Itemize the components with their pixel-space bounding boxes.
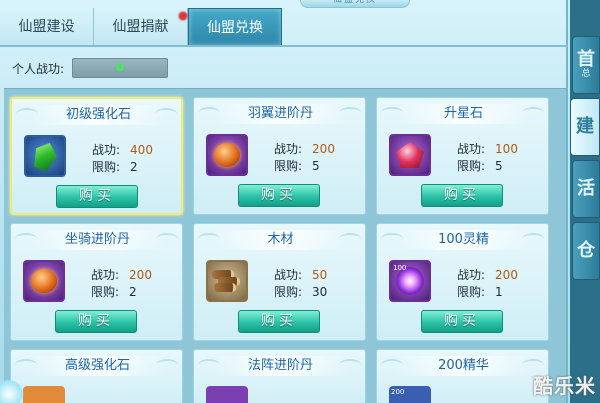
item-cost: 战功: 200 bbox=[274, 142, 335, 156]
side-tab-warehouse[interactable]: 仓 bbox=[572, 222, 600, 280]
array-pill-icon[interactable] bbox=[206, 386, 248, 403]
window-title-deco: 仙盟兑换 bbox=[300, 0, 410, 8]
item-cost: 战功: 100 bbox=[457, 142, 518, 156]
item-card[interactable]: 200精华 200 bbox=[376, 349, 549, 403]
spirit-orb-icon[interactable]: 100 bbox=[389, 260, 431, 302]
tab-guild-exchange[interactable]: 仙盟兑换 bbox=[188, 8, 282, 46]
essence-icon[interactable]: 200 bbox=[389, 386, 431, 403]
item-card[interactable]: 坐骑进阶丹 战功: 200 限购: 2 购买 bbox=[10, 223, 183, 341]
item-card[interactable]: 100灵精 100 战功: 200 限购: 1 购买 bbox=[376, 223, 549, 341]
item-card[interactable]: 法阵进阶丹 bbox=[193, 349, 366, 403]
side-tab-build[interactable]: 建 bbox=[570, 98, 600, 156]
green-gem-icon[interactable] bbox=[24, 135, 66, 177]
item-name: 升星石 bbox=[395, 104, 532, 124]
item-name: 木材 bbox=[212, 230, 349, 250]
tab-divider bbox=[0, 45, 568, 47]
item-name: 法阵进阶丹 bbox=[212, 356, 349, 376]
mount-pill-icon[interactable] bbox=[23, 260, 65, 302]
icon-count: 100 bbox=[393, 264, 407, 272]
item-name: 初级强化石 bbox=[30, 105, 167, 125]
item-name: 100灵精 bbox=[395, 230, 532, 250]
buy-button[interactable]: 购买 bbox=[238, 184, 320, 207]
wing-pill-icon[interactable] bbox=[206, 134, 248, 176]
site-watermark: 酷乐米 bbox=[533, 374, 596, 398]
buy-button[interactable]: 购买 bbox=[238, 310, 320, 333]
tab-bar: 仙盟建设 仙盟捐献 仙盟兑换 bbox=[0, 8, 282, 46]
item-limit: 限购: 5 bbox=[274, 159, 320, 173]
blue-gem-icon[interactable] bbox=[23, 386, 65, 403]
item-cost: 战功: 50 bbox=[274, 268, 328, 282]
merit-value: 0 bbox=[72, 58, 169, 78]
item-cost: 战功: 200 bbox=[457, 268, 518, 282]
side-tab-activity[interactable]: 活 bbox=[572, 160, 600, 218]
buy-button[interactable]: 购买 bbox=[421, 310, 503, 333]
exchange-grid: 初级强化石 战功: 400 限购: 2 购买 羽翼进阶丹 战功: 200 限购: 5 购… bbox=[4, 88, 566, 403]
merit-label: 个人战功: bbox=[12, 61, 65, 76]
item-name: 200精华 bbox=[395, 356, 532, 376]
item-limit: 限购: 30 bbox=[274, 285, 328, 299]
item-card[interactable]: 高级强化石 bbox=[10, 349, 183, 403]
tab-guild-donate[interactable]: 仙盟捐献 bbox=[94, 8, 188, 46]
item-cost: 战功: 400 bbox=[92, 143, 153, 157]
item-name: 羽翼进阶丹 bbox=[212, 104, 349, 124]
item-card[interactable]: 木材 战功: 50 限购: 30 购买 bbox=[193, 223, 366, 341]
item-limit: 限购: 2 bbox=[92, 160, 138, 174]
merit-row: 个人战功: 0 bbox=[12, 58, 169, 78]
item-name: 高级强化石 bbox=[29, 356, 166, 376]
wood-icon[interactable] bbox=[206, 260, 248, 302]
item-card[interactable]: 升星石 战功: 100 限购: 5 购买 bbox=[376, 97, 549, 215]
guild-window: 仙盟兑换 仙盟建设 仙盟捐献 仙盟兑换 个人战功: 0 初级强化石 战功: 400… bbox=[0, 0, 568, 403]
item-limit: 限购: 1 bbox=[457, 285, 503, 299]
item-card[interactable]: 初级强化石 战功: 400 限购: 2 购买 bbox=[10, 97, 183, 215]
item-limit: 限购: 5 bbox=[457, 159, 503, 173]
side-tab-bar: 首 总 建 活 仓 bbox=[570, 0, 600, 403]
side-tab-home[interactable]: 首 总 bbox=[572, 36, 600, 94]
notification-dot-icon bbox=[179, 12, 187, 20]
item-name: 坐骑进阶丹 bbox=[29, 230, 166, 250]
item-cost: 战功: 200 bbox=[91, 268, 152, 282]
item-card[interactable]: 羽翼进阶丹 战功: 200 限购: 5 购买 bbox=[193, 97, 366, 215]
tab-guild-build[interactable]: 仙盟建设 bbox=[0, 8, 94, 46]
item-limit: 限购: 2 bbox=[91, 285, 137, 299]
buy-button[interactable]: 购买 bbox=[421, 184, 503, 207]
red-gem-icon[interactable] bbox=[389, 134, 431, 176]
buy-button[interactable]: 购买 bbox=[55, 310, 137, 333]
buy-button[interactable]: 购买 bbox=[56, 185, 138, 208]
icon-count: 200 bbox=[391, 388, 405, 396]
